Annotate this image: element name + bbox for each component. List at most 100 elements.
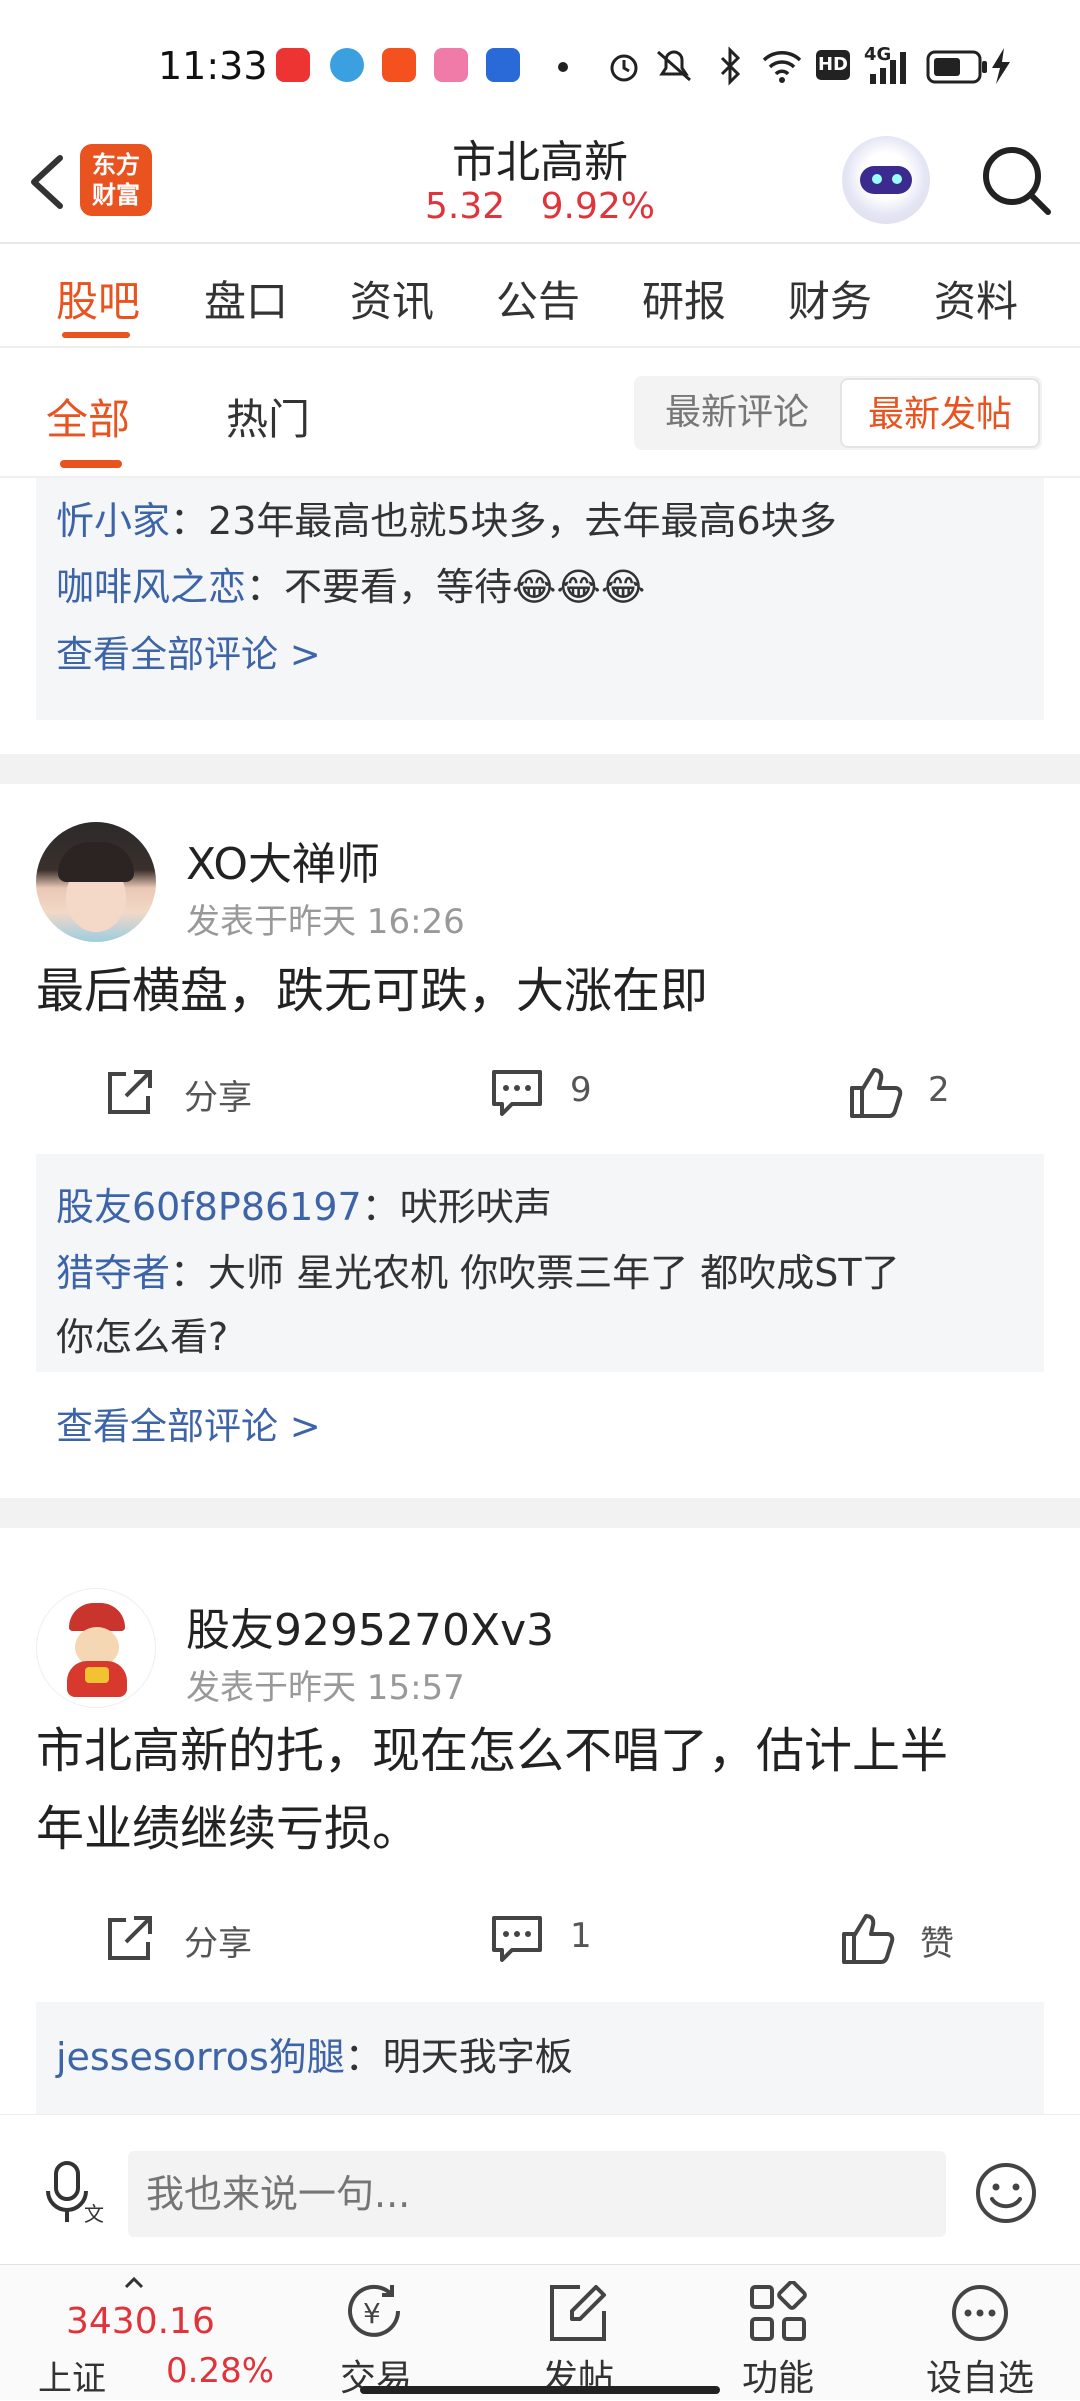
sub-tabs: 全部 热门 最新评论 最新发帖: [0, 348, 1080, 478]
sort-latest-comment-button[interactable]: 最新评论: [634, 376, 840, 450]
comment-user[interactable]: 猎夺者: [56, 1251, 170, 1295]
tab-finance[interactable]: 财务: [788, 268, 872, 329]
comment-item: 忻小家：23年最高也就5块多，去年最高6块多: [56, 490, 837, 545]
post-time: 发表于昨天 16:26: [186, 902, 465, 942]
nav-label: 功能: [741, 2358, 814, 2399]
like-label: 赞: [920, 1924, 954, 1964]
alarm-icon: [610, 54, 638, 82]
post-content[interactable]: 最后横盘，跌无可跌，大涨在即: [36, 952, 1036, 1030]
comment-text: ：大师 星光农机 你吹票三年了 都吹成ST了: [170, 1251, 900, 1295]
post-author[interactable]: 股友9295270Xv3: [186, 1594, 554, 1658]
comment-button[interactable]: 1: [490, 1906, 630, 1976]
view-all-comments-link[interactable]: 查看全部评论 >: [56, 624, 321, 678]
view-all-comments-link[interactable]: 查看全部评论 >: [56, 1396, 321, 1450]
wifi-icon: [762, 51, 802, 83]
battery-icon: [926, 50, 987, 84]
share-icon: [108, 1916, 152, 1960]
post-feed[interactable]: 忻小家：23年最高也就5块多，去年最高6块多 咖啡风之恋：不要看，等待😂😂😂 查…: [0, 478, 1080, 2114]
caret-up-icon: [124, 2277, 144, 2289]
like-button[interactable]: 赞: [840, 1906, 1000, 1976]
comment-button[interactable]: 9: [490, 1060, 630, 1130]
tab-profile[interactable]: 资料: [934, 268, 1018, 329]
thumbs-up-icon: [850, 1068, 903, 1118]
share-button[interactable]: 分享: [104, 1060, 304, 1130]
comment-item: 咖啡风之恋：不要看，等待😂😂😂: [56, 556, 645, 611]
subtab-all[interactable]: 全部: [46, 386, 130, 447]
svg-text:文: 文: [84, 2202, 104, 2225]
avatar[interactable]: [36, 822, 156, 942]
voice-input-icon[interactable]: 文: [46, 2161, 106, 2225]
app-icon: [486, 48, 520, 82]
post-content[interactable]: 市北高新的托，现在怎么不唱了，估计上半 年业绩继续亏损。: [36, 1712, 1036, 1868]
comment-input[interactable]: [128, 2151, 946, 2237]
signal-icon: [870, 52, 906, 84]
nav-label: 设自选: [925, 2358, 1034, 2399]
comment-text: ：吠形吠声: [361, 1185, 552, 1229]
svg-text:¥: ¥: [363, 2297, 381, 2330]
nav-functions[interactable]: 功能: [708, 2265, 848, 2401]
market-index-widget[interactable]: 3430.16 上证 0.28%: [0, 2265, 280, 2401]
comment-item: 猎夺者：大师 星光农机 你吹票三年了 都吹成ST了: [56, 1242, 900, 1297]
bluetooth-icon: [720, 46, 741, 86]
active-tab-indicator: [62, 332, 130, 338]
emoji-icon[interactable]: [974, 2161, 1038, 2225]
index-name: 上证: [38, 2359, 106, 2399]
index-value: 3430.16: [66, 2301, 215, 2342]
comment-count: 9: [570, 1070, 592, 1110]
section-divider: [0, 754, 1080, 784]
comment-user[interactable]: 股友60f8P86197: [56, 1185, 362, 1229]
share-button[interactable]: 分享: [104, 1906, 304, 1976]
bottom-nav: 3430.16 上证 0.28% ¥ 交易 发帖 功能 设自选: [0, 2264, 1080, 2400]
mute-icon: [657, 50, 691, 82]
hd-icon: HD: [816, 50, 850, 80]
tab-news[interactable]: 资讯: [350, 268, 434, 329]
nav-add-watchlist[interactable]: 设自选: [910, 2265, 1050, 2401]
comment-item: jessesorros狗腿：明天我字板: [56, 2026, 573, 2081]
charging-icon: [992, 48, 1010, 84]
edit-post-icon: [550, 2285, 606, 2341]
share-label: 分享: [184, 1924, 252, 1964]
robot-assistant-icon[interactable]: [842, 136, 930, 224]
tab-announcements[interactable]: 公告: [496, 268, 580, 329]
grid-icon: [750, 2281, 807, 2341]
comment-text: ：明天我字板: [344, 2035, 573, 2079]
like-button[interactable]: 2: [848, 1060, 988, 1130]
comment-user[interactable]: 咖啡风之恋: [56, 565, 246, 609]
telegram-icon: [330, 48, 364, 82]
nav-trade[interactable]: ¥ 交易: [306, 2265, 446, 2401]
section-divider: [0, 1498, 1080, 1528]
share-label: 分享: [184, 1078, 252, 1118]
tab-research[interactable]: 研报: [642, 268, 726, 329]
subtab-hot[interactable]: 热门: [226, 386, 310, 447]
post-time: 发表于昨天 15:57: [186, 1668, 465, 1708]
comment-count: 1: [570, 1916, 592, 1956]
nav-post[interactable]: 发帖: [508, 2265, 648, 2401]
search-icon[interactable]: [976, 140, 1056, 220]
comment-text: ：不要看，等待😂😂😂: [246, 565, 646, 609]
status-time: 11:33: [158, 44, 268, 88]
comment-text-continued: 你怎么看?: [56, 1315, 229, 1359]
main-tabs: 股吧 盘口 资讯 公告 研报 财务 资料: [0, 244, 1080, 348]
home-indicator[interactable]: [360, 2386, 720, 2394]
index-change: 0.28%: [166, 2351, 275, 2391]
post-author[interactable]: XO大禅师: [186, 828, 380, 892]
comment-user[interactable]: jessesorros狗腿: [56, 2035, 345, 2079]
comment-preview-box: 忻小家：23年最高也就5块多，去年最高6块多 咖啡风之恋：不要看，等待😂😂😂 查…: [36, 478, 1044, 720]
sort-latest-post-button[interactable]: 最新发帖: [840, 378, 1040, 448]
comment-preview-box: jessesorros狗腿：明天我字板: [36, 2002, 1044, 2114]
comment-icon: [492, 1070, 542, 1116]
stock-change-pct: 9.92%: [540, 186, 655, 227]
dot-icon: [558, 62, 568, 72]
comment-preview-box: 股友60f8P86197：吠形吠声 猎夺者：大师 星光农机 你吹票三年了 都吹成…: [36, 1154, 1044, 1372]
like-count: 2: [928, 1070, 950, 1110]
bilibili-icon: [434, 48, 468, 82]
video-app-icon: [382, 48, 416, 82]
avatar[interactable]: [36, 1588, 156, 1708]
comment-text: ：23年最高也就5块多，去年最高6块多: [170, 499, 837, 543]
stock-price: 5.32: [425, 186, 506, 227]
tab-pankou[interactable]: 盘口: [204, 268, 288, 329]
comment-user[interactable]: 忻小家: [56, 499, 170, 543]
active-subtab-indicator: [60, 460, 122, 468]
tab-guba[interactable]: 股吧: [56, 268, 140, 329]
status-bar: 11:33 HD 4G: [0, 0, 1080, 120]
